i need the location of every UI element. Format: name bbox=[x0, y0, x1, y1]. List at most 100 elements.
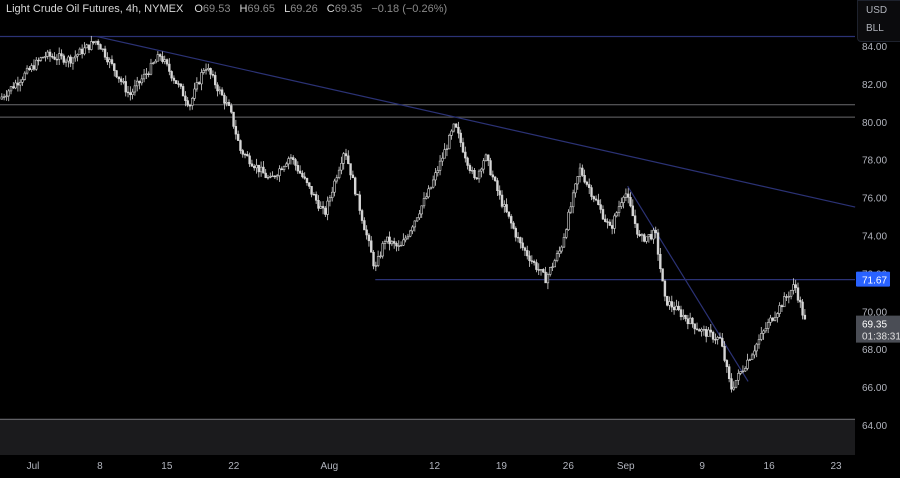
candle-body bbox=[441, 157, 444, 162]
candle-body bbox=[5, 95, 8, 98]
candle-body bbox=[209, 68, 212, 75]
candle-body bbox=[493, 176, 497, 181]
candle-body bbox=[422, 198, 426, 207]
candle-body bbox=[803, 314, 807, 320]
x-tick-label: 9 bbox=[699, 461, 705, 472]
y-tick-label: 78.00 bbox=[862, 156, 887, 167]
candle-body bbox=[241, 150, 244, 155]
candle-body bbox=[480, 168, 483, 172]
candle-body bbox=[85, 44, 88, 49]
candle-body bbox=[227, 102, 231, 106]
candle-body bbox=[523, 247, 527, 251]
candle-body bbox=[576, 176, 579, 185]
candle-body bbox=[787, 295, 791, 298]
candle-body bbox=[654, 229, 657, 234]
symbol-title[interactable]: Light Crude Oil Futures, 4h, NYMEX bbox=[6, 3, 183, 15]
candle-body bbox=[677, 305, 680, 310]
candle-body bbox=[776, 313, 779, 318]
candle-body bbox=[613, 215, 616, 229]
candle-body bbox=[12, 86, 15, 89]
candle-body bbox=[604, 218, 607, 222]
candle-body bbox=[647, 234, 651, 238]
candle-body bbox=[83, 47, 86, 55]
candle-body bbox=[615, 212, 618, 217]
candle-body bbox=[44, 56, 47, 58]
candle-body bbox=[652, 229, 655, 240]
candle-body bbox=[597, 199, 600, 206]
unit-label[interactable]: BLL bbox=[858, 19, 900, 37]
candle-body bbox=[9, 86, 13, 92]
candle-body bbox=[16, 82, 20, 86]
candle-body bbox=[565, 229, 568, 238]
price-chart[interactable]: 84.0082.0080.0078.0076.0074.0072.0070.00… bbox=[0, 0, 900, 478]
candle-body bbox=[769, 317, 772, 323]
candle-body bbox=[374, 265, 378, 267]
candle-body bbox=[344, 153, 348, 157]
candle-body bbox=[392, 241, 396, 244]
candle-body bbox=[124, 81, 127, 93]
currency-unit-menu[interactable]: USD BLL bbox=[857, 0, 900, 42]
candle-body bbox=[99, 44, 102, 50]
candle-body bbox=[727, 366, 731, 379]
candle-body bbox=[108, 59, 111, 63]
candle-body bbox=[271, 175, 274, 178]
candle-body bbox=[746, 359, 749, 369]
candle-body bbox=[266, 176, 270, 179]
candle-body bbox=[487, 154, 490, 161]
candle-body bbox=[177, 83, 180, 85]
candle-body bbox=[340, 163, 343, 171]
candle-body bbox=[700, 329, 703, 332]
candle-body bbox=[328, 197, 332, 202]
candle-body bbox=[218, 89, 222, 92]
candle-body bbox=[734, 379, 738, 388]
candle-body bbox=[28, 67, 31, 71]
candle-body bbox=[783, 296, 786, 308]
candle-body bbox=[592, 196, 595, 200]
candle-body bbox=[188, 104, 192, 107]
candle-body bbox=[705, 329, 708, 337]
candle-body bbox=[78, 48, 82, 55]
candle-body bbox=[438, 160, 442, 171]
candle-body bbox=[347, 155, 350, 164]
candle-body bbox=[2, 96, 6, 98]
candle-body bbox=[553, 260, 556, 268]
candle-body bbox=[452, 123, 456, 132]
candle-body bbox=[53, 56, 56, 60]
candle-body bbox=[184, 95, 187, 101]
candle-body bbox=[204, 69, 208, 71]
currency-label[interactable]: USD bbox=[858, 1, 900, 19]
candle-body bbox=[588, 184, 591, 188]
candle-body bbox=[617, 206, 621, 213]
candle-body bbox=[415, 217, 419, 222]
candle-body bbox=[431, 179, 435, 188]
candle-body bbox=[278, 168, 281, 176]
candle-body bbox=[145, 73, 148, 75]
candle-body bbox=[548, 267, 552, 275]
x-tick-label: 12 bbox=[429, 461, 441, 472]
candle-body bbox=[239, 140, 242, 151]
candle-body bbox=[725, 360, 729, 368]
candle-body bbox=[195, 82, 199, 90]
candle-body bbox=[74, 55, 77, 59]
candle-body bbox=[236, 133, 240, 141]
candle-body bbox=[110, 59, 114, 64]
candle-body bbox=[168, 63, 171, 72]
candle-body bbox=[636, 223, 639, 235]
candle-body bbox=[730, 378, 733, 390]
candle-body bbox=[516, 236, 520, 239]
candle-body bbox=[301, 172, 304, 178]
candle-body bbox=[30, 65, 33, 71]
candle-body bbox=[37, 59, 40, 62]
x-tick-label: 19 bbox=[496, 461, 508, 472]
candle-body bbox=[649, 234, 653, 240]
candle-body bbox=[225, 102, 228, 104]
candle-body bbox=[491, 174, 495, 178]
candle-body bbox=[675, 305, 678, 311]
candle-body bbox=[457, 126, 460, 134]
candle-body bbox=[686, 318, 690, 325]
candle-body bbox=[771, 317, 774, 321]
candle-body bbox=[723, 346, 726, 361]
candle-body bbox=[464, 151, 467, 159]
candle-body bbox=[512, 222, 515, 229]
candle-body bbox=[191, 98, 194, 106]
